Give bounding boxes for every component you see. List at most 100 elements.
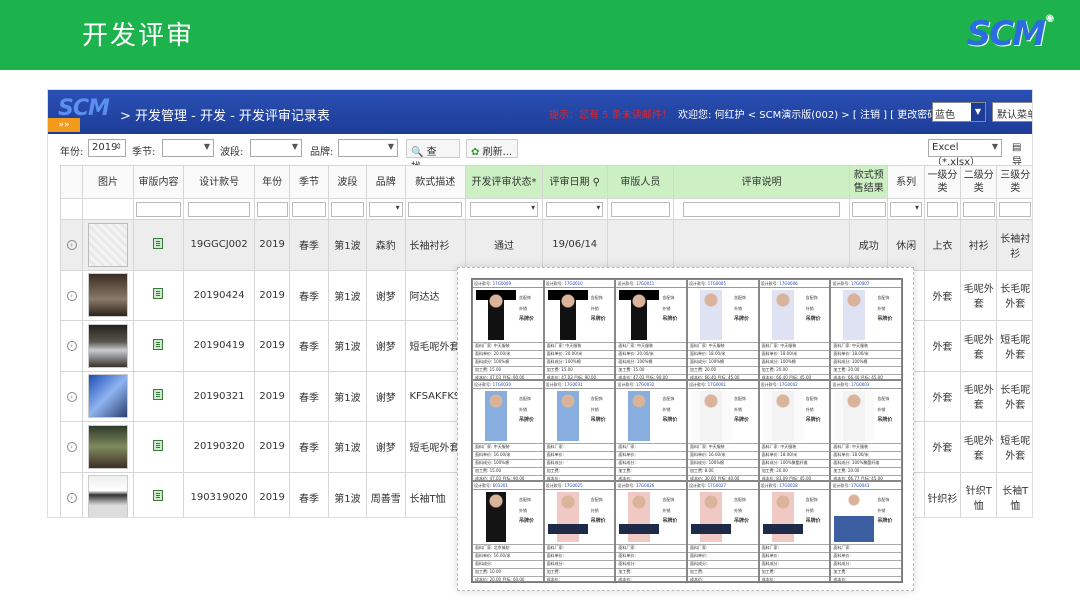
review-content-cell[interactable] — [132, 269, 185, 321]
table-row[interactable]: › 19GGCJ002 2019 春季 第1波 森豹 长袖衬衫 通过 19/06/14 成功 休闲上… — [59, 219, 1032, 271]
garment-photo — [690, 290, 731, 340]
filter-input[interactable] — [187, 201, 251, 217]
filter-input[interactable] — [999, 201, 1032, 217]
filter-input[interactable] — [926, 201, 959, 217]
card-lines: 面料厂家: 中天服装 面料单价: 20.00/米 面料成分: 100%棉 加工费: 1… — [544, 342, 615, 379]
filter-input[interactable] — [851, 201, 886, 217]
col-header[interactable]: 审版人员 — [606, 165, 675, 199]
cell-wave: 第1波 — [327, 421, 368, 473]
row-thumbnail[interactable] — [82, 269, 134, 321]
row-thumbnail[interactable] — [82, 320, 134, 372]
filter-select[interactable] — [890, 201, 922, 217]
welcome-text[interactable]: 欢迎您: 何红护 < SCM演示版(002) > [ 注销 ] [ 更改密码 ] — [678, 106, 944, 121]
card-design-no: 设计款号: 17G0031 — [544, 381, 615, 389]
col-header[interactable]: 审版内容 — [132, 165, 185, 199]
garment-photo — [476, 391, 516, 441]
cell-design-no: 20190419 — [183, 320, 255, 372]
cell-year: 2019 — [253, 421, 291, 473]
cell-class-1: 上衣 — [923, 219, 962, 271]
card-side-labels: 含配饰 外销 吊牌价 — [519, 396, 535, 423]
col-header[interactable]: 款式预售结果 — [849, 165, 889, 199]
garment-photo — [476, 492, 516, 542]
search-button[interactable]: 🔍 查找... — [406, 139, 460, 173]
filter-select[interactable] — [546, 201, 604, 217]
card-lines: 面料厂家: 面料单价: 面料成分: 加工费: 成本价: — [759, 544, 830, 581]
review-content-cell[interactable] — [132, 219, 185, 271]
filter-input[interactable] — [682, 201, 841, 217]
col-header[interactable]: 款式描述 — [404, 165, 467, 199]
filter-input[interactable] — [962, 201, 995, 217]
col-header[interactable]: 图片 — [82, 165, 134, 199]
filter-input[interactable] — [256, 201, 288, 217]
filter-input[interactable] — [292, 201, 326, 217]
row-thumbnail[interactable] — [82, 219, 134, 271]
col-header[interactable]: 二级分类 — [960, 165, 998, 199]
slide-title: 开发评审 — [82, 21, 195, 51]
col-header[interactable]: 品牌 — [366, 165, 406, 199]
style-card: 设计款号: 17G0032 含配饰 外销 吊牌价 面料厂家: 面料单价: 面料成分: 加… — [615, 380, 687, 481]
col-header-date[interactable]: 评审日期 ⚲ — [541, 165, 608, 199]
card-design-no: 设计款号: 17G0027 — [687, 482, 758, 490]
review-content-cell[interactable] — [132, 421, 185, 473]
card-design-no: 设计款号: 17G0010 — [544, 280, 615, 288]
cell-class-2: 衬衫 — [960, 219, 998, 271]
cell-wave: 第1波 — [327, 471, 368, 517]
filter-select[interactable] — [469, 201, 539, 217]
filter-input[interactable] — [610, 201, 670, 217]
season-select[interactable]: ▼ — [162, 139, 214, 157]
row-expand[interactable]: › — [59, 421, 84, 473]
cell-design-no: 20190320 — [183, 421, 255, 473]
row-expand[interactable]: › — [59, 269, 84, 321]
card-lines: 面料厂家: 中天服装 面料单价: 18.00/米 面料成分: 100%棉 加工费: 2… — [687, 342, 758, 379]
brand-select[interactable]: ▼ — [338, 139, 398, 157]
col-header[interactable]: 年份 — [253, 165, 291, 199]
card-side-labels: 含配饰 外销 吊牌价 — [519, 295, 535, 322]
col-header[interactable]: 系列 — [887, 165, 925, 199]
col-header[interactable]: 评审说明 — [673, 165, 851, 199]
garment-thumbnail — [87, 374, 128, 419]
row-thumbnail[interactable] — [82, 421, 134, 473]
garment-photo — [834, 391, 875, 441]
refresh-button[interactable]: ✿ 刷新... — [466, 139, 518, 158]
col-header[interactable]: 季节 — [289, 165, 329, 199]
document-icon — [153, 237, 164, 249]
year-stepper[interactable]: 2019 ⇕ — [88, 139, 126, 157]
review-content-cell[interactable] — [132, 471, 185, 517]
style-card-grid: 设计款号: 17G0009 含配饰 外销 吊牌价 面料厂家: 中天服装 面料单价: 20.… — [471, 278, 903, 583]
filter-input[interactable] — [330, 201, 365, 217]
row-thumbnail[interactable] — [82, 370, 134, 422]
col-header[interactable]: 开发评审状态* — [465, 165, 543, 199]
col-header[interactable]: 一级分类 — [923, 165, 962, 199]
style-card: 设计款号: 17G0007 含配饰 外销 吊牌价 面料厂家: 中天服装 面料单价: 18.… — [830, 279, 902, 380]
wave-select[interactable]: ▼ — [250, 139, 302, 157]
cell-season: 春季 — [289, 421, 329, 473]
garment-thumbnail — [87, 222, 128, 267]
col-header[interactable]: 三级分类 — [996, 165, 1032, 199]
mail-tip[interactable]: 提示：您有 5 条未读邮件！ — [549, 106, 672, 121]
row-thumbnail[interactable] — [82, 471, 134, 517]
default-menu-button[interactable]: 默认菜单 — [992, 102, 1032, 122]
style-card: 设计款号: 17G0031 含配饰 外销 吊牌价 面料厂家: 面料单价: 面料成分: 加… — [543, 380, 616, 481]
card-design-no: 设计款号: 603301 — [473, 482, 543, 490]
export-format-select[interactable]: Excel（*.xlsx） ▼ — [928, 139, 1002, 168]
filter-bar: 年份: 2019⇕ 季节: ▼ 波段: ▼ 品牌: ▼ 🔍 查找... ✿ 刷新… — [48, 134, 1032, 173]
col-header[interactable]: 设计款号 — [183, 165, 255, 199]
card-side-labels: 含配饰 外销 吊牌价 — [733, 396, 749, 423]
col-header[interactable]: 波段 — [327, 165, 368, 199]
card-design-no: 设计款号: 17G0003 — [831, 381, 901, 389]
filter-select[interactable] — [368, 201, 403, 217]
filter-input[interactable] — [136, 201, 181, 217]
theme-select[interactable]: 蓝色 ▼ — [932, 102, 986, 122]
row-expand[interactable]: › — [59, 370, 84, 422]
review-content-cell[interactable] — [132, 370, 185, 422]
expand-tag[interactable]: »» — [48, 118, 80, 132]
garment-photo — [690, 492, 731, 542]
row-expand[interactable]: › — [59, 471, 84, 517]
row-expand[interactable]: › — [59, 320, 84, 372]
cell-season: 春季 — [289, 269, 329, 321]
row-expand[interactable]: › — [59, 219, 84, 271]
review-content-cell[interactable] — [132, 320, 185, 372]
cell-class-2: 针织T恤 — [960, 471, 998, 517]
filter-input[interactable] — [408, 201, 463, 217]
export-button[interactable]: ▤ 导 — [1008, 139, 1032, 168]
